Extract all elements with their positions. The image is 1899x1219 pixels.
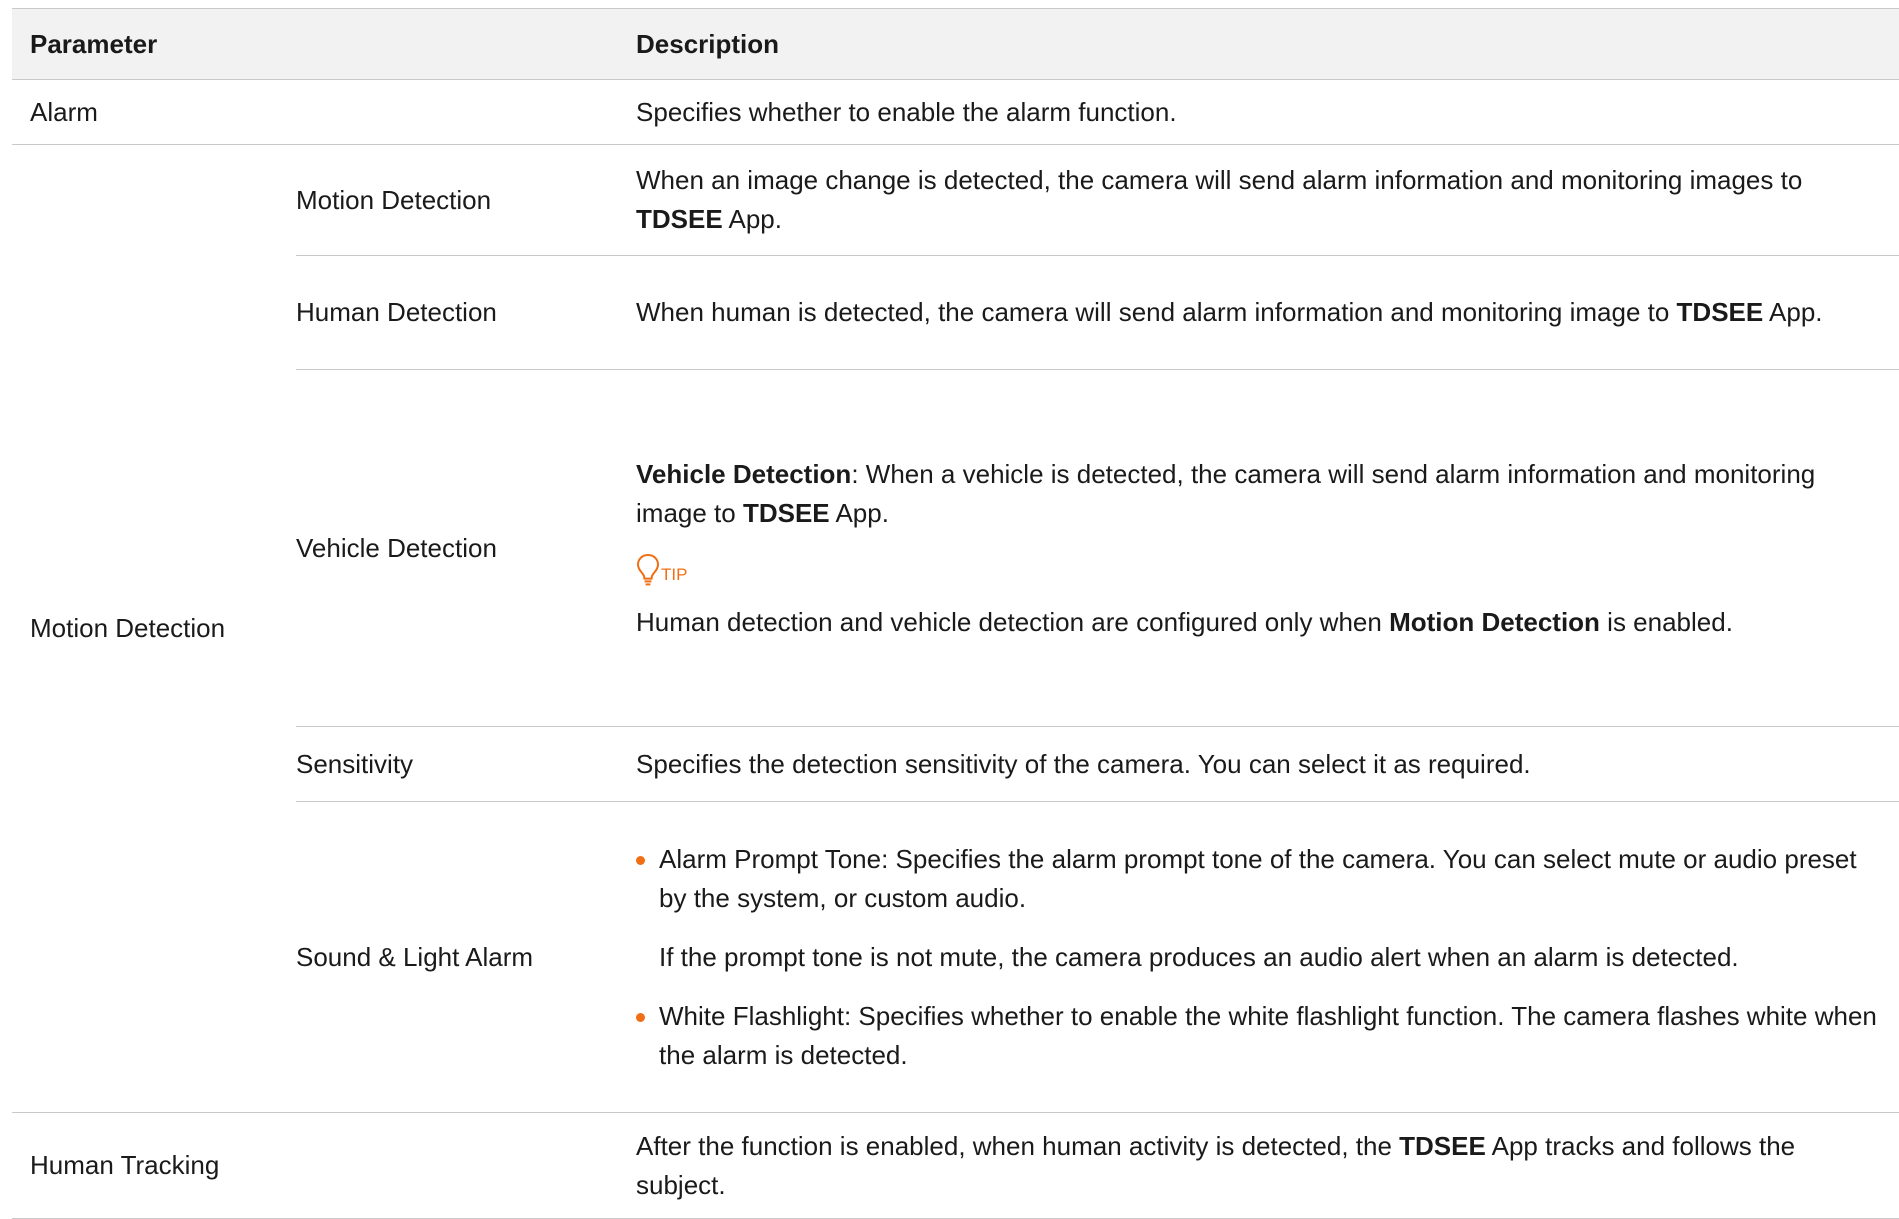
bullet-white-flashlight: White Flashlight: Specifies whether to e… xyxy=(636,997,1879,1075)
desc-text: App. xyxy=(829,497,889,528)
desc-text: is enabled. xyxy=(1599,606,1733,637)
desc-text: When an image change is detected, the ca… xyxy=(636,165,1803,195)
header-description: Description xyxy=(636,8,1899,80)
param-vehicle-detection: Vehicle Detection xyxy=(296,369,637,727)
prompt-tone-note: If the prompt tone is not mute, the came… xyxy=(659,941,1739,972)
app-name: TDSEE xyxy=(1399,1130,1486,1161)
desc-motion-detection: When an image change is detected, the ca… xyxy=(636,144,1899,256)
bullet-text: White Flashlight: Specifies whether to e… xyxy=(659,1000,1877,1070)
param-sound-light-alarm: Sound & Light Alarm xyxy=(296,941,534,972)
table-row-sensitivity: Sensitivity Specifies the detection sens… xyxy=(12,726,1899,802)
desc-text: App. xyxy=(1763,297,1823,327)
parameter-table-page: Parameter Description Alarm Specifies wh… xyxy=(0,0,1899,1219)
table-row-sound-light-alarm: Sound & Light Alarm Alarm Prompt Tone: S… xyxy=(12,802,1899,1113)
desc-alarm: Specifies whether to enable the alarm fu… xyxy=(636,96,1177,127)
desc-human-detection: When human is detected, the camera will … xyxy=(636,255,1899,370)
param-alarm: Alarm xyxy=(30,96,98,127)
app-name: TDSEE xyxy=(636,204,723,234)
bullet-icon xyxy=(636,1012,646,1022)
desc-text: After the function is enabled, when huma… xyxy=(636,1130,1400,1161)
tip-callout: TIP xyxy=(636,547,1879,587)
table-row-human-tracking: Human Tracking After the function is ena… xyxy=(12,1113,1899,1219)
tip-text: Human detection and vehicle detection ar… xyxy=(636,603,1879,642)
param-human-detection: Human Detection xyxy=(296,255,637,370)
term-vehicle-detection: Vehicle Detection xyxy=(636,458,852,489)
term-motion-detection: Motion Detection xyxy=(1389,606,1600,637)
app-name: TDSEE xyxy=(742,497,830,528)
table-row-motion-detection: Motion Detection Motion Detection When a… xyxy=(12,144,1899,643)
bullet-icon xyxy=(636,855,646,865)
desc-text: When human is detected, the camera will … xyxy=(636,297,1677,327)
table-row-alarm: Alarm Specifies whether to enable the al… xyxy=(12,80,1899,145)
lightbulb-icon xyxy=(637,553,660,585)
param-human-tracking: Human Tracking xyxy=(30,1150,220,1180)
app-name: TDSEE xyxy=(1676,297,1764,327)
table-row-vehicle-detection: Vehicle Detection Vehicle Detection: Whe… xyxy=(12,369,1899,727)
table-header-row: Parameter Description xyxy=(12,8,1899,80)
vehicle-desc-paragraph: Vehicle Detection: When a vehicle is det… xyxy=(636,455,1879,533)
desc-sensitivity: Specifies the detection sensitivity of t… xyxy=(636,726,1899,802)
desc-vehicle-detection: Vehicle Detection: When a vehicle is det… xyxy=(636,369,1899,727)
desc-text: Human detection and vehicle detection ar… xyxy=(636,606,1390,637)
param-motion-detection: Motion Detection xyxy=(296,144,637,256)
desc-human-tracking: After the function is enabled, when huma… xyxy=(636,1113,1899,1219)
table-row-human-detection: Human Detection When human is detected, … xyxy=(12,255,1899,370)
parameter-table: Parameter Description Alarm Specifies wh… xyxy=(12,8,1899,1219)
tip-label: TIP xyxy=(661,564,688,584)
desc-sound-light-alarm: Alarm Prompt Tone: Specifies the alarm p… xyxy=(636,802,1899,1113)
desc-text: App. xyxy=(722,204,782,234)
bullet-text: Alarm Prompt Tone: Specifies the alarm p… xyxy=(659,843,1857,913)
param-sensitivity: Sensitivity xyxy=(296,726,637,802)
header-parameter: Parameter xyxy=(12,8,637,80)
param-motion-detection-group: Motion Detection xyxy=(30,613,226,643)
bullet-alarm-prompt-tone: Alarm Prompt Tone: Specifies the alarm p… xyxy=(636,840,1879,918)
